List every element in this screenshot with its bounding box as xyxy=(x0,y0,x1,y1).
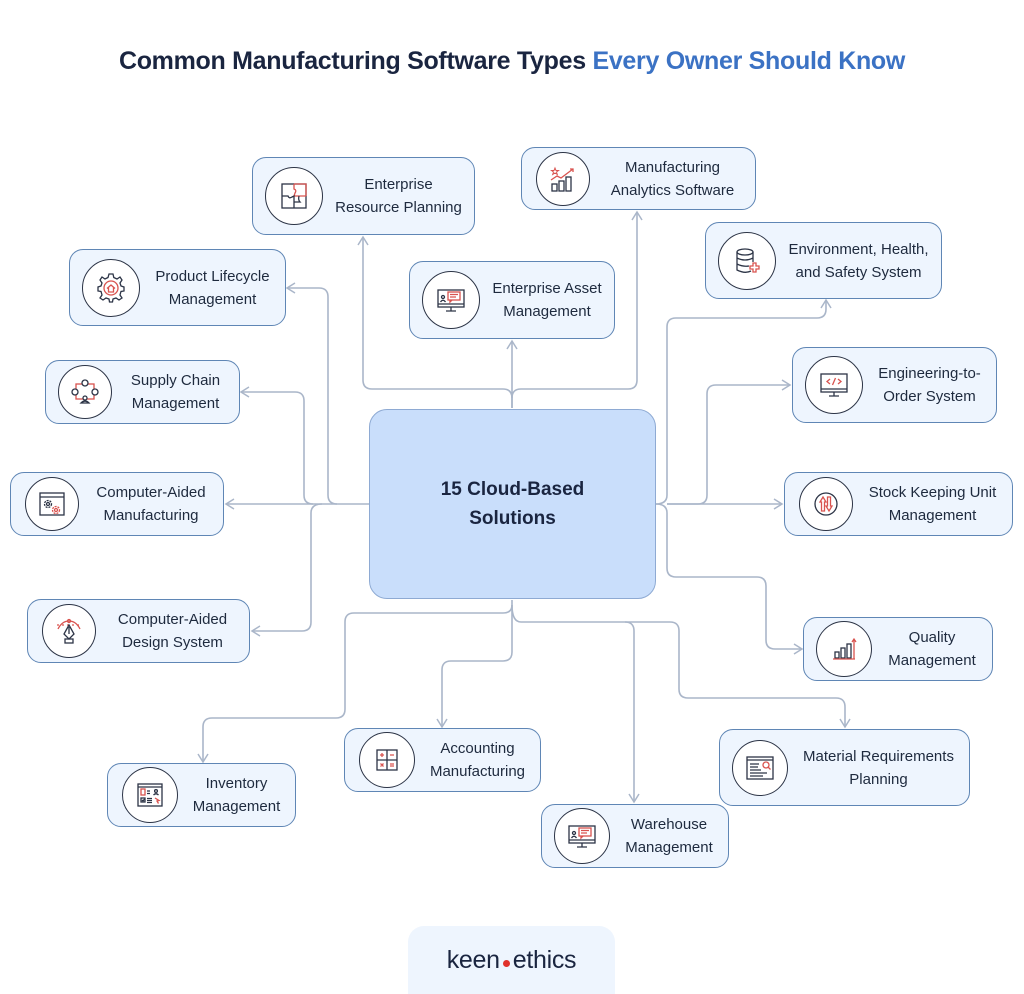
logo-right: ethics xyxy=(512,945,577,974)
node-cam[interactable]: Computer-Aided Manufacturing xyxy=(10,472,224,536)
logo-left: keen xyxy=(446,945,500,974)
center-node: 15 Cloud-Based Solutions xyxy=(369,409,656,599)
node-label: Warehouse Management xyxy=(625,816,713,856)
connector-plm xyxy=(285,282,369,505)
gear-home-icon xyxy=(82,258,140,317)
calculator-icon xyxy=(359,732,415,788)
node-label: Accounting Manufacturing xyxy=(429,740,526,780)
node-acc[interactable]: Accounting Manufacturing xyxy=(344,728,541,792)
node-label: Stock Keeping Unit Management xyxy=(868,484,997,524)
node-eam[interactable]: Enterprise Asset Management xyxy=(409,261,615,339)
node-label: Engineering-to-Order System xyxy=(878,365,981,405)
checklist-window-icon xyxy=(122,767,178,823)
database-plus-icon xyxy=(718,231,776,290)
node-scm[interactable]: Supply Chain Management xyxy=(45,360,240,424)
node-analytics[interactable]: Manufacturing Analytics Software xyxy=(521,147,756,210)
node-label: Inventory Management xyxy=(192,775,281,815)
connector-acc xyxy=(436,605,513,729)
bar-growth-icon xyxy=(816,621,872,677)
window-gears-icon xyxy=(25,477,79,531)
node-label: Manufacturing Analytics Software xyxy=(610,158,735,199)
node-qm[interactable]: Quality Management xyxy=(803,617,993,681)
node-erp[interactable]: Enterprise Resource Planning xyxy=(252,157,475,235)
node-ehs[interactable]: Environment, Health, and Safety System xyxy=(705,222,942,299)
node-label: Quality Management xyxy=(888,629,976,669)
node-sku[interactable]: Stock Keeping Unit Management xyxy=(784,472,1013,536)
node-label: Supply Chain Management xyxy=(130,372,221,412)
center-line-2: Solutions xyxy=(469,508,556,529)
node-inv[interactable]: Inventory Management xyxy=(107,763,296,827)
monitor-chat-icon xyxy=(554,808,610,864)
node-wms[interactable]: Warehouse Management xyxy=(541,804,729,868)
connector-scm xyxy=(239,386,337,505)
node-label: Enterprise Asset Management xyxy=(492,280,602,320)
center-line-1: 15 Cloud-Based xyxy=(440,479,585,500)
node-label: Computer-Aided Design System xyxy=(117,611,228,651)
document-search-icon xyxy=(732,739,788,796)
brand-logo: keen ethics xyxy=(408,926,615,994)
node-mrp[interactable]: Material Requirements Planning xyxy=(719,729,970,806)
node-eto[interactable]: Engineering-to-Order System xyxy=(792,347,997,423)
analytics-chart-icon xyxy=(536,151,590,206)
up-down-arrows-icon xyxy=(799,477,853,531)
node-label: Enterprise Resource Planning xyxy=(335,176,462,216)
node-plm[interactable]: Product Lifecycle Management xyxy=(69,249,286,326)
node-label: Material Requirements Planning xyxy=(803,747,954,788)
puzzle-icon xyxy=(265,167,323,225)
monitor-code-icon xyxy=(805,356,863,414)
node-label: Computer-Aided Manufacturing xyxy=(96,484,206,524)
node-cad[interactable]: Computer-Aided Design System xyxy=(27,599,250,663)
connector-cad xyxy=(250,503,323,637)
supply-network-icon xyxy=(58,365,112,419)
node-label: Environment, Health, and Safety System xyxy=(788,240,929,281)
connector-eto xyxy=(667,379,792,505)
monitor-chat-icon xyxy=(422,271,480,329)
logo-dot-icon xyxy=(502,959,510,967)
node-label: Product Lifecycle Management xyxy=(155,267,270,308)
pen-tool-icon xyxy=(42,604,96,658)
